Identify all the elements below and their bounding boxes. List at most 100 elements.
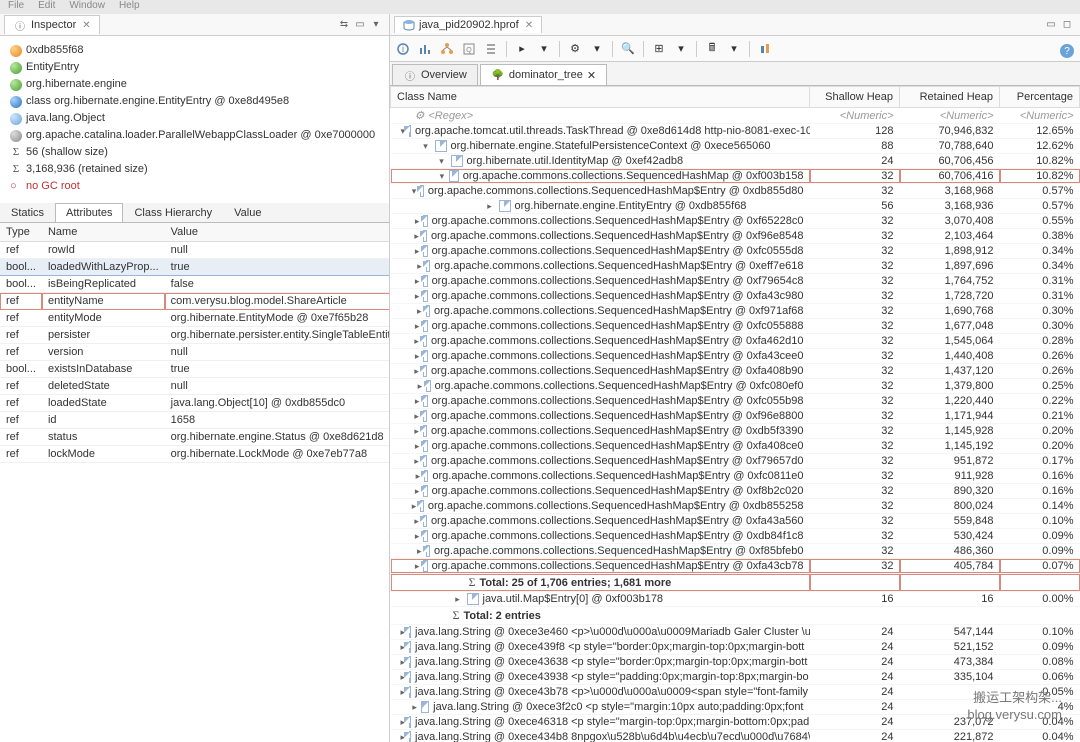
subtab-attributes[interactable]: Attributes (55, 203, 123, 222)
tree-row[interactable]: ▸ org.apache.commons.collections.Sequenc… (391, 454, 1080, 469)
expander-icon[interactable]: ▸ (414, 516, 419, 527)
minimize-icon[interactable]: ▭ (353, 18, 367, 32)
expander-icon[interactable]: ▸ (414, 366, 419, 377)
tree-row[interactable]: ▸ org.apache.commons.collections.Sequenc… (391, 499, 1080, 514)
sync-icon[interactable]: ⇆ (337, 18, 351, 32)
attribute-row[interactable]: refstatusorg.hibernate.engine.Status @ 0… (0, 429, 389, 446)
tree-row[interactable]: ▸ java.lang.String @ 0xece434b8 8npgox\u… (391, 730, 1080, 742)
col-shallow[interactable]: Shallow Heap (810, 87, 900, 108)
expander-icon[interactable]: ▸ (415, 561, 420, 572)
expander-icon[interactable]: ▸ (412, 702, 418, 713)
gear-icon[interactable]: ⚙ (566, 40, 584, 58)
tab-overview[interactable]: ⓘ Overview (392, 64, 478, 85)
tree-row[interactable]: ▸ org.apache.commons.collections.Sequenc… (391, 514, 1080, 529)
oql-icon[interactable]: Q (460, 40, 478, 58)
tree-row[interactable]: ▸ org.apache.commons.collections.Sequenc… (391, 334, 1080, 349)
attribute-row[interactable]: refloadedStatejava.lang.Object[10] @ 0xd… (0, 395, 389, 412)
tree-row[interactable]: ▸ java.lang.String @ 0xece3f2c0 <p style… (391, 700, 1080, 715)
dropdown-icon[interactable]: ▾ (535, 40, 553, 58)
tree-row[interactable]: ▸ org.apache.commons.collections.Sequenc… (391, 304, 1080, 319)
group-icon[interactable]: ⊞ (650, 40, 668, 58)
expander-icon[interactable]: ▸ (453, 594, 463, 605)
subtab-class-hierarchy[interactable]: Class Hierarchy (123, 203, 223, 222)
inspector-item[interactable]: 0xdb855f68 (10, 42, 381, 59)
tree-row[interactable]: ▸ java.lang.String @ 0xece46318 <p style… (391, 715, 1080, 730)
expander-icon[interactable]: ▾ (412, 186, 417, 197)
tree-row[interactable]: ▸ java.util.Map$Entry[0] @ 0xf003b178161… (391, 592, 1080, 607)
attribute-row[interactable]: refrowIdnull (0, 242, 389, 259)
menu-help[interactable]: Help (119, 0, 140, 14)
col-percentage[interactable]: Percentage (1000, 87, 1080, 108)
attribute-row[interactable]: refentityNamecom.verysu.blog.model.Share… (0, 293, 389, 310)
tree-row[interactable]: ▸ org.apache.commons.collections.Sequenc… (391, 544, 1080, 559)
attribute-row[interactable]: refid1658 (0, 412, 389, 429)
tree-row[interactable]: Σ Total: 25 of 1,706 entries; 1,681 more (391, 574, 1080, 592)
tree-row[interactable]: ▸ org.apache.commons.collections.Sequenc… (391, 214, 1080, 229)
expander-icon[interactable]: ▸ (415, 531, 420, 542)
expander-icon[interactable]: ▸ (415, 351, 420, 362)
dropdown-icon[interactable]: ▾ (672, 40, 690, 58)
help-icon[interactable]: ? (1060, 44, 1074, 58)
tree-row[interactable]: ▾ org.hibernate.engine.StatefulPersisten… (391, 139, 1080, 154)
menu-icon[interactable]: ▾ (369, 18, 383, 32)
search-icon[interactable]: 🔍 (619, 40, 637, 58)
inspector-item[interactable]: class org.hibernate.engine.EntityEntry @… (10, 93, 381, 110)
tree-row[interactable]: ▸ org.apache.commons.collections.Sequenc… (391, 439, 1080, 454)
subtab-value[interactable]: Value (223, 203, 272, 222)
attribute-row[interactable]: reflockModeorg.hibernate.LockMode @ 0xe7… (0, 446, 389, 463)
expander-icon[interactable]: ▸ (415, 276, 420, 287)
tree-row[interactable]: ▸ org.hibernate.engine.EntityEntry @ 0xd… (391, 199, 1080, 214)
expander-icon[interactable]: ▸ (414, 411, 419, 422)
expander-icon[interactable]: ▸ (417, 546, 422, 557)
expander-icon[interactable]: ▸ (485, 201, 495, 212)
attribute-row[interactable]: refentityModeorg.hibernate.EntityMode @ … (0, 310, 389, 327)
dropdown-icon[interactable]: ▾ (725, 40, 743, 58)
tree-row[interactable]: ▸ org.apache.commons.collections.Sequenc… (391, 424, 1080, 439)
tree-row[interactable]: ▸ org.apache.commons.collections.Sequenc… (391, 244, 1080, 259)
tree-row[interactable]: ▸ org.apache.commons.collections.Sequenc… (391, 349, 1080, 364)
dominator-icon[interactable] (438, 40, 456, 58)
col-value[interactable]: Value (165, 223, 389, 242)
tree-row[interactable]: ▸ org.apache.commons.collections.Sequenc… (391, 364, 1080, 379)
expander-icon[interactable]: ▾ (437, 156, 447, 167)
tree-row[interactable]: ▸ org.apache.commons.collections.Sequenc… (391, 559, 1080, 574)
inspector-item[interactable]: org.hibernate.engine (10, 76, 381, 93)
tree-row[interactable]: Σ Total: 2 entries (391, 607, 1080, 625)
expander-icon[interactable]: ▸ (415, 441, 420, 452)
menu-edit[interactable]: Edit (38, 0, 55, 14)
expander-icon[interactable]: ▸ (414, 231, 419, 242)
tree-row[interactable]: ▾ org.apache.commons.collections.Sequenc… (391, 169, 1080, 184)
expander-icon[interactable]: ▸ (417, 261, 422, 272)
thread-icon[interactable] (482, 40, 500, 58)
tree-row[interactable]: ▸ org.apache.commons.collections.Sequenc… (391, 229, 1080, 244)
tree-row[interactable]: ▾ org.apache.commons.collections.Sequenc… (391, 184, 1080, 199)
histogram-icon[interactable] (416, 40, 434, 58)
attribute-row[interactable]: bool...existsInDatabasetrue (0, 361, 389, 378)
tree-row[interactable]: ▸ org.apache.commons.collections.Sequenc… (391, 289, 1080, 304)
expander-icon[interactable]: ▸ (414, 456, 419, 467)
run-icon[interactable]: ▸ (513, 40, 531, 58)
menu-file[interactable]: File (8, 0, 24, 14)
close-icon[interactable]: ✕ (82, 20, 90, 31)
expander-icon[interactable]: ▾ (421, 141, 431, 152)
expander-icon[interactable]: ▸ (414, 426, 419, 437)
filter-row[interactable]: ⚙ <Regex> <Numeric> <Numeric> <Numeric> (391, 108, 1080, 124)
expander-icon[interactable]: ▸ (418, 381, 423, 392)
expander-icon[interactable]: ▸ (414, 336, 419, 347)
close-icon[interactable]: ✕ (525, 20, 533, 31)
inspector-item[interactable]: EntityEntry (10, 59, 381, 76)
tree-row[interactable]: ▸ org.apache.commons.collections.Sequenc… (391, 469, 1080, 484)
tree-row[interactable]: ▸ org.apache.commons.collections.Sequenc… (391, 274, 1080, 289)
menu-window[interactable]: Window (69, 0, 105, 14)
tree-row[interactable]: ▸ java.lang.String @ 0xece43938 <p style… (391, 670, 1080, 685)
tree-row[interactable]: ▸ org.apache.commons.collections.Sequenc… (391, 319, 1080, 334)
tree-row[interactable]: ▸ java.lang.String @ 0xece43b78 <p>\u000… (391, 685, 1080, 700)
minimize-icon[interactable]: ▭ (1044, 18, 1058, 32)
expander-icon[interactable]: ▸ (417, 306, 422, 317)
tab-dominator-tree[interactable]: 🌳 dominator_tree ✕ (480, 64, 607, 85)
dropdown-icon[interactable]: ▾ (588, 40, 606, 58)
tree-row[interactable]: ▸ org.apache.commons.collections.Sequenc… (391, 379, 1080, 394)
tree-row[interactable]: ▸ java.lang.String @ 0xece439f8 <p style… (391, 640, 1080, 655)
attribute-row[interactable]: bool...loadedWithLazyProp...true (0, 259, 389, 276)
expander-icon[interactable]: ▸ (415, 396, 420, 407)
